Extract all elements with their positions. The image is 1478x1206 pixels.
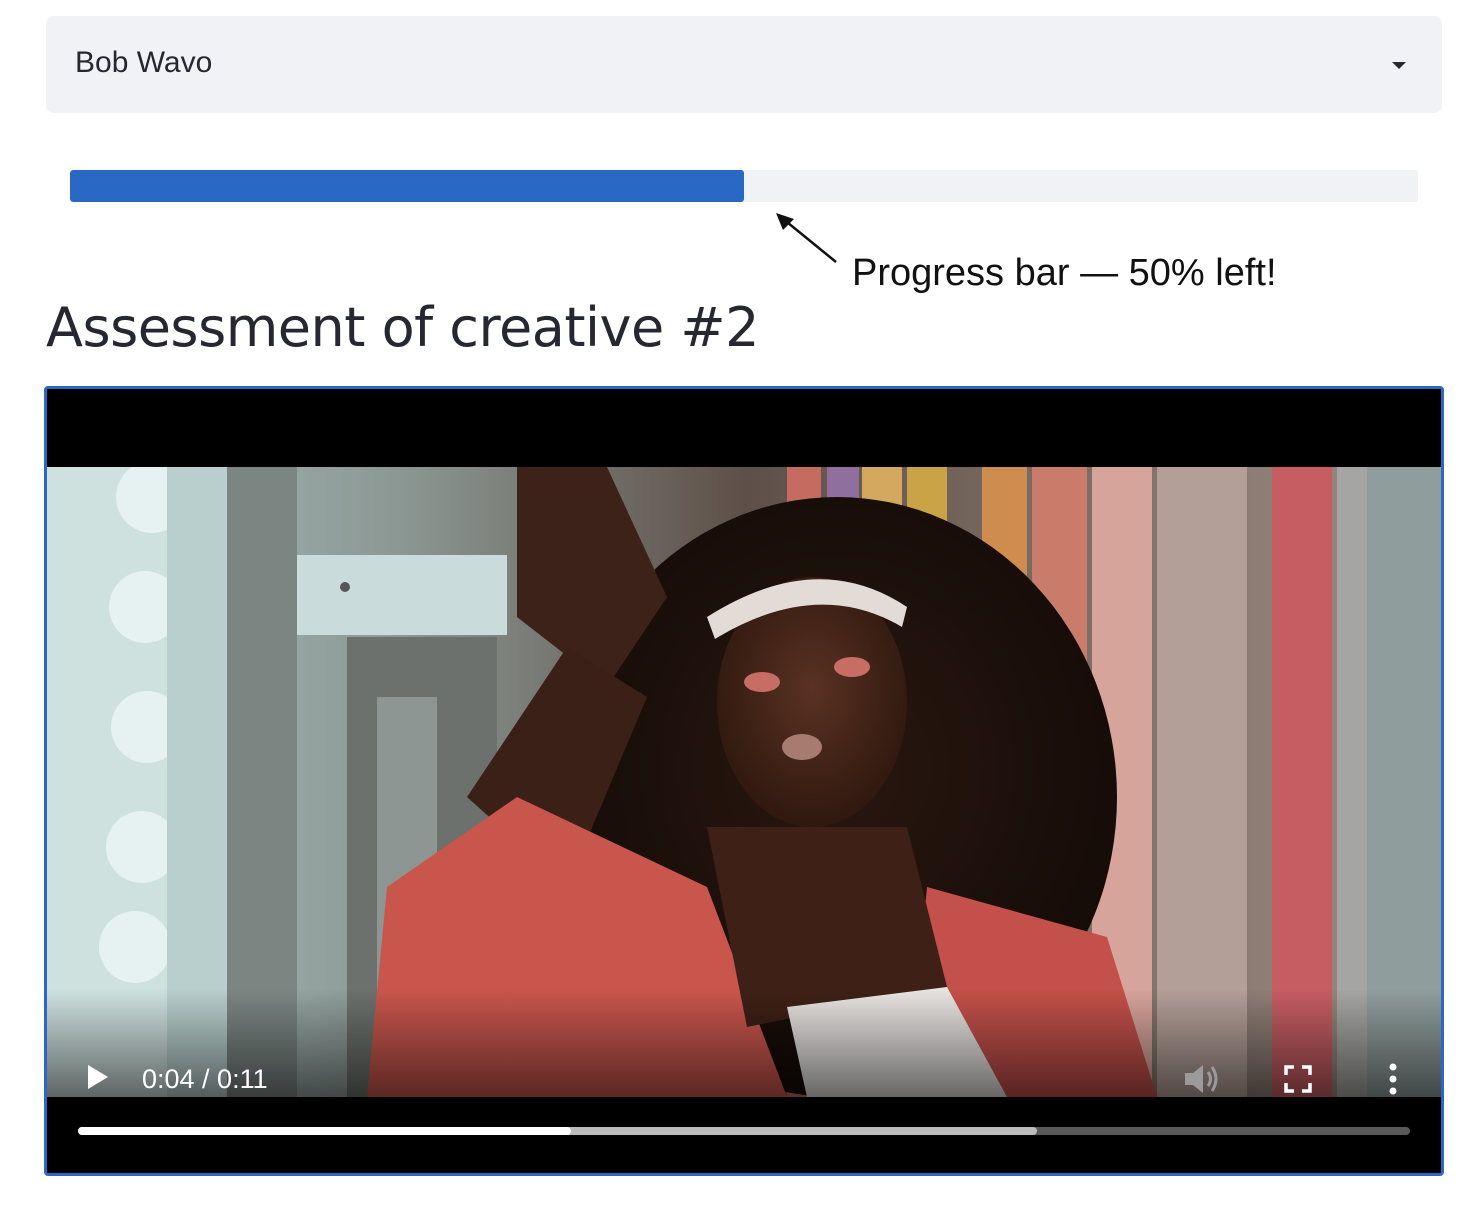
seek-bar-played [78,1127,571,1135]
video-seek-bar[interactable] [78,1127,1410,1135]
creator-select[interactable]: Bob Wavo [46,16,1442,113]
more-vertical-icon[interactable] [1383,1061,1403,1097]
fullscreen-icon[interactable] [1283,1064,1313,1094]
annotation-label: Progress bar — 50% left! [852,252,1277,294]
page-title: Assessment of creative #2 [46,296,759,359]
select-value: Bob Wavo [75,46,213,79]
time-display: 0:04 / 0:11 [142,1064,268,1094]
progress-bar [70,170,1418,202]
volume-icon[interactable] [1181,1061,1221,1097]
page: Bob Wavo Progress bar — 50% left! Assess… [0,0,1478,1206]
chevron-down-icon [1392,62,1406,69]
progress-bar-fill [70,170,744,202]
video-player[interactable]: 0:04 / 0:11 [44,386,1444,1176]
annotation-arrow-icon [776,213,837,263]
play-icon[interactable] [81,1061,113,1093]
